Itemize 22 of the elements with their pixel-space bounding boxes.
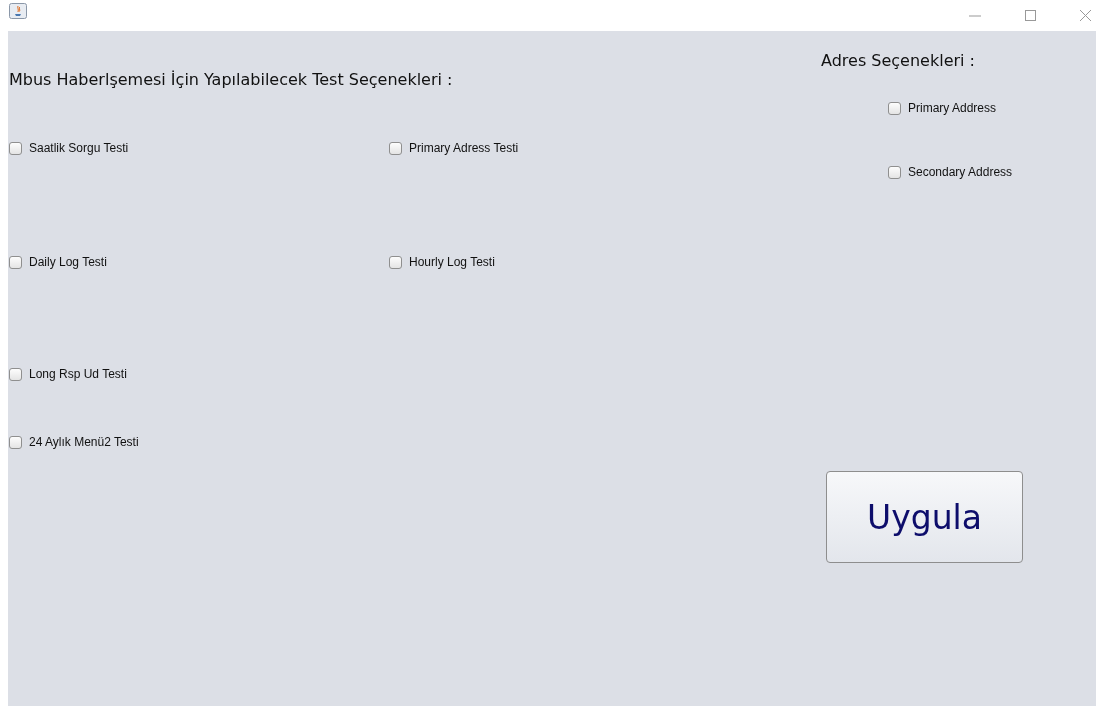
checkbox[interactable] (389, 255, 402, 269)
checkbox-option[interactable]: Primary Adress Testi (388, 138, 519, 158)
close-icon[interactable] (1079, 9, 1092, 22)
checkbox[interactable] (9, 255, 22, 269)
app-icon (9, 3, 27, 19)
checkbox[interactable] (9, 435, 22, 449)
checkbox-option[interactable]: Hourly Log Testi (388, 252, 495, 272)
checkbox[interactable] (888, 101, 901, 115)
section-title: Mbus Haberlşemesi İçin Yapılabilecek Test Seçenekleri : (8, 70, 454, 90)
maximize-icon[interactable] (1024, 9, 1037, 22)
checkbox[interactable] (888, 165, 901, 179)
checkbox[interactable] (9, 367, 22, 381)
checkbox-option[interactable]: Saatlik Sorgu Testi (8, 138, 129, 158)
checkbox-option[interactable]: Long Rsp Ud Testi (8, 364, 127, 384)
checkbox[interactable] (389, 141, 402, 155)
section-title: Adres Seçenekleri : (821, 51, 976, 71)
checkbox-option[interactable]: Primary Address (887, 98, 997, 118)
checkbox-option[interactable]: Secondary Address (887, 162, 1013, 182)
checkbox-option[interactable]: Daily Log Testi (8, 252, 107, 272)
checkbox-option[interactable]: 24 Aylık Menü2 Testi (8, 432, 139, 452)
checkbox[interactable] (9, 141, 22, 155)
apply-button[interactable]: Uygula (826, 471, 1023, 563)
